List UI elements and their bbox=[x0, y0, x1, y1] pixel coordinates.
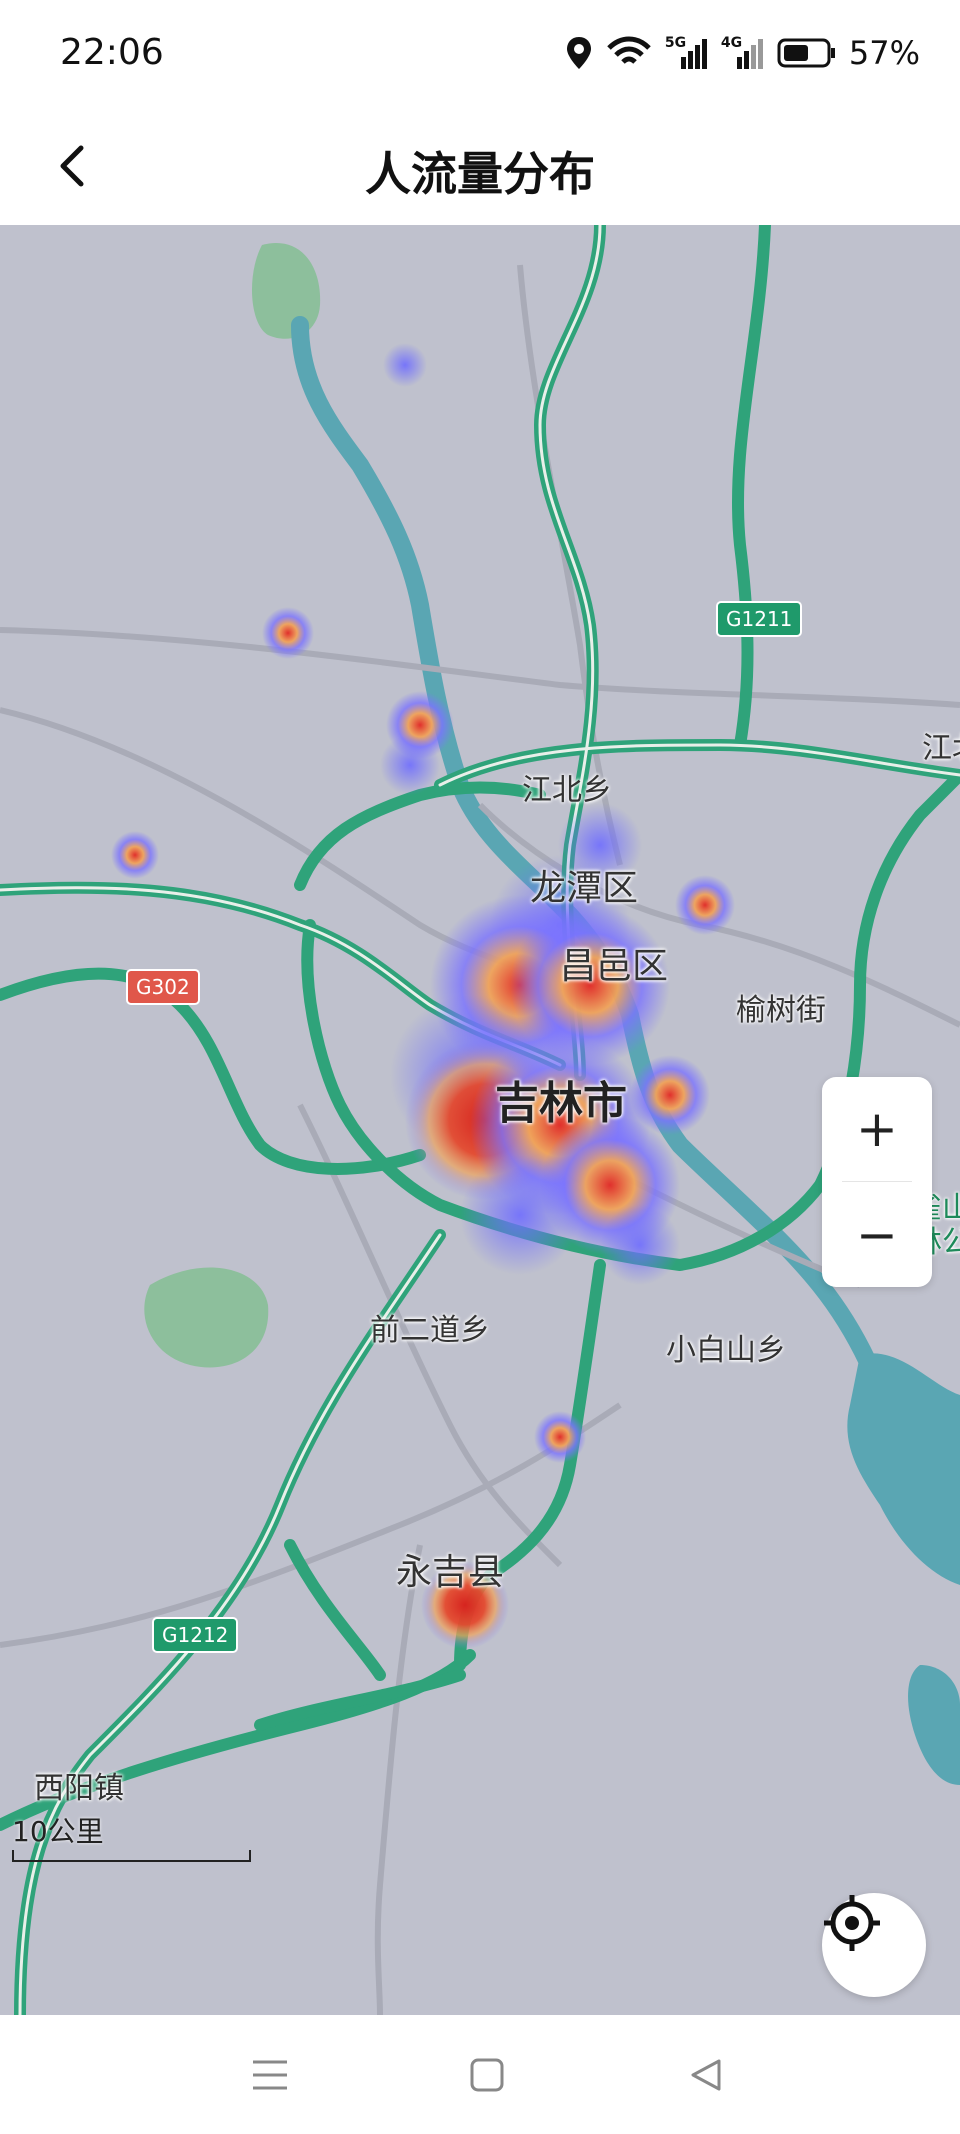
status-icons: 5G 4G 57% bbox=[565, 30, 920, 76]
signal-5g-icon: 5G bbox=[665, 35, 707, 71]
status-bar: 22:06 5G 4G 57% bbox=[0, 0, 960, 110]
label-yongji: 永吉县 bbox=[396, 1552, 505, 1593]
label-changyi: 昌邑区 bbox=[560, 946, 669, 987]
heat-spot bbox=[460, 1155, 580, 1275]
locate-button[interactable] bbox=[822, 1893, 926, 1997]
heat-spot bbox=[675, 875, 735, 935]
scale-label: 10公里 bbox=[12, 1815, 104, 1848]
map-canvas bbox=[0, 225, 960, 2015]
scale-line bbox=[12, 1850, 251, 1862]
home-square-icon bbox=[470, 2058, 504, 2092]
label-longtan: 龙潭区 bbox=[530, 868, 639, 909]
header: 人流量分布 bbox=[0, 110, 960, 225]
park-area bbox=[251, 243, 321, 339]
battery-percent: 57% bbox=[848, 34, 920, 72]
zoom-divider bbox=[842, 1181, 912, 1182]
label-qianerdao: 前二道乡 bbox=[370, 1313, 490, 1348]
back-triangle-icon bbox=[691, 2059, 721, 2091]
shield-g1211: G1211 bbox=[716, 601, 803, 637]
heat-spot bbox=[262, 607, 314, 659]
label-jiangbei-edge: 江北 bbox=[922, 731, 960, 766]
heat-spot bbox=[600, 1205, 680, 1285]
location-icon bbox=[566, 37, 591, 69]
heat-spot bbox=[380, 735, 440, 795]
scale-bar: 10公里 bbox=[12, 1810, 251, 1862]
heatmap-map[interactable]: 江北乡 龙潭区 昌邑区 吉林市 榆树街 前二道乡 小白山乡 永吉县 西阳镇 江北… bbox=[0, 225, 960, 2015]
park-area-2 bbox=[144, 1267, 269, 1368]
zoom-out-button[interactable]: − bbox=[822, 1183, 932, 1287]
heat-spot bbox=[383, 343, 427, 387]
menu-button[interactable] bbox=[245, 2050, 295, 2100]
reservoir-2 bbox=[908, 1665, 960, 1785]
label-jilin-city: 吉林市 bbox=[495, 1078, 627, 1129]
heat-spot bbox=[111, 831, 159, 879]
label-jiangbei: 江北乡 bbox=[522, 773, 612, 808]
label-xiyang: 西阳镇 bbox=[34, 1771, 124, 1806]
heat-spot bbox=[534, 1411, 586, 1463]
home-button[interactable] bbox=[462, 2050, 512, 2100]
system-back-button[interactable] bbox=[680, 2050, 730, 2100]
wifi-icon bbox=[607, 36, 651, 64]
signal-4g-icon: 4G bbox=[721, 35, 763, 71]
battery-icon bbox=[777, 38, 835, 68]
label-xiaobaishan: 小白山乡 bbox=[666, 1333, 786, 1368]
page-title: 人流量分布 bbox=[365, 147, 595, 201]
menu-icon bbox=[253, 2060, 287, 2090]
crosshair-icon bbox=[824, 1895, 880, 1951]
system-nav-bar bbox=[0, 2015, 960, 2134]
shield-g302: G302 bbox=[126, 969, 200, 1005]
status-time: 22:06 bbox=[60, 32, 164, 73]
zoom-in-button[interactable]: + bbox=[822, 1077, 932, 1181]
zoom-control: + − bbox=[822, 1077, 932, 1287]
label-yushu: 榆树街 bbox=[736, 993, 826, 1028]
heat-spot bbox=[630, 1055, 710, 1135]
reservoir bbox=[847, 1353, 960, 1585]
shield-g1212: G1212 bbox=[152, 1617, 239, 1653]
